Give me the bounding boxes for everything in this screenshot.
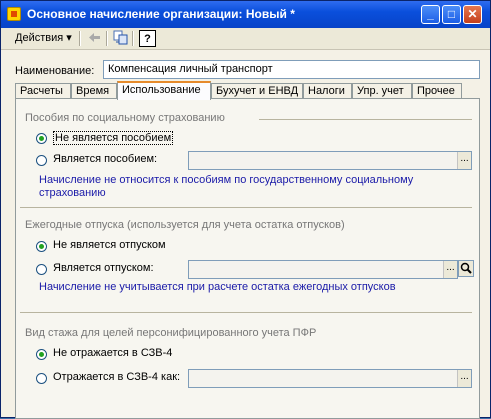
help-icon[interactable]: ?	[139, 30, 156, 47]
tab-calculations[interactable]: Расчеты	[15, 83, 71, 99]
back-arrow-icon[interactable]	[86, 30, 103, 47]
section-separator	[20, 312, 472, 313]
radio-not-vacation-label[interactable]: Не является отпуском	[53, 239, 166, 251]
chevron-down-icon: ▾	[66, 32, 72, 44]
tab-other[interactable]: Прочее	[412, 83, 462, 99]
section-separator	[259, 119, 472, 120]
vacation-select-button[interactable]: ...	[443, 261, 457, 278]
swap-documents-icon[interactable]	[112, 30, 129, 47]
radio-not-szv4-label[interactable]: Не отражается в СЗВ-4	[53, 347, 172, 359]
toolbar-separator	[79, 31, 81, 46]
tab-taxes[interactable]: Налоги	[303, 83, 352, 99]
radio-is-vacation-label[interactable]: Является отпуском:	[53, 262, 154, 274]
toolbar-separator	[106, 31, 108, 46]
usage-panel: Пособия по социальному страхованию Не яв…	[15, 98, 480, 419]
radio-not-vacation[interactable]	[36, 241, 47, 252]
window-title: Основное начисление организации: Новый *	[27, 7, 295, 21]
benefit-select-button[interactable]: ...	[457, 152, 471, 169]
section-separator	[20, 207, 472, 208]
pfr-section-title: Вид стажа для целей персонифицированного…	[25, 327, 317, 339]
close-button[interactable]: ✕	[463, 5, 482, 24]
name-input[interactable]: Компенсация личный транспорт	[103, 60, 480, 79]
szv4-type-input[interactable]	[188, 369, 472, 388]
szv4-select-button[interactable]: ...	[457, 370, 471, 387]
vacation-type-input[interactable]	[188, 260, 458, 279]
actions-menu[interactable]: Действия ▾	[15, 29, 72, 48]
tab-management[interactable]: Упр. учет	[352, 83, 412, 99]
vacation-section-title: Ежегодные отпуска (используется для учет…	[25, 219, 345, 231]
radio-is-szv4-label[interactable]: Отражается в СЗВ-4 как:	[53, 371, 180, 383]
minimize-button[interactable]: _	[421, 5, 440, 24]
actions-label: Действия	[15, 32, 64, 44]
radio-is-benefit[interactable]	[36, 155, 47, 166]
tab-accounting[interactable]: Бухучет и ЕНВД	[211, 83, 303, 99]
tab-usage[interactable]: Использование	[117, 81, 211, 100]
app-icon	[7, 7, 21, 21]
radio-is-vacation[interactable]	[36, 264, 47, 275]
maximize-button[interactable]: □	[442, 5, 461, 24]
social-section-title: Пособия по социальному страхованию	[25, 112, 225, 124]
radio-not-szv4[interactable]	[36, 349, 47, 360]
radio-is-szv4[interactable]	[36, 373, 47, 384]
toolbar: Действия ▾ ?	[1, 28, 490, 50]
radio-not-benefit[interactable]	[36, 133, 47, 144]
name-label: Наименование:	[15, 65, 95, 77]
tab-time[interactable]: Время	[71, 83, 117, 99]
toolbar-separator	[132, 31, 134, 46]
title-bar[interactable]: Основное начисление организации: Новый *…	[1, 1, 490, 28]
document-window: Основное начисление организации: Новый *…	[0, 0, 491, 419]
vacation-note: Начисление не учитывается при расчете ос…	[39, 281, 396, 293]
benefit-type-input[interactable]	[188, 151, 472, 170]
radio-not-benefit-label[interactable]: Не является пособием	[53, 131, 174, 145]
social-note: Начисление не относится к пособиям по го…	[39, 174, 414, 199]
search-icon[interactable]	[458, 260, 474, 277]
radio-is-benefit-label[interactable]: Является пособием:	[53, 153, 157, 165]
